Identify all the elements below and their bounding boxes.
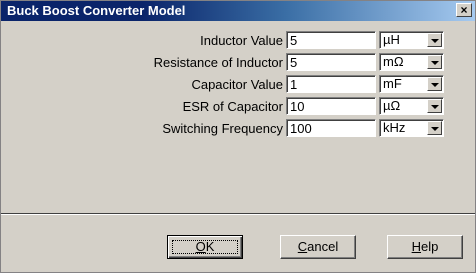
- chevron-down-icon: [431, 105, 439, 109]
- resistance-unit-value: mΩ: [383, 54, 404, 69]
- close-icon: ×: [460, 3, 468, 17]
- cancel-button[interactable]: Cancel: [280, 235, 356, 259]
- ok-button-label: OK: [195, 239, 215, 254]
- esr-unit-dropdown-button[interactable]: [427, 99, 442, 113]
- inductor-value-label: Inductor Value: [200, 33, 283, 48]
- esr-unit-value: µΩ: [383, 98, 401, 113]
- frequency-unit-dropdown-button[interactable]: [427, 121, 442, 135]
- title-bar[interactable]: Buck Boost Converter Model ×: [1, 1, 475, 21]
- resistance-unit-dropdown-button[interactable]: [427, 55, 442, 69]
- chevron-down-icon: [431, 127, 439, 131]
- capacitor-value-input[interactable]: [286, 75, 376, 93]
- capacitor-unit-dropdown[interactable]: mF: [379, 75, 444, 93]
- inductor-unit-value: µH: [383, 32, 400, 47]
- inductor-unit-dropdown-button[interactable]: [427, 33, 442, 47]
- dialog-window: Buck Boost Converter Model × Inductor Va…: [0, 0, 476, 273]
- resistance-inductor-input[interactable]: [286, 53, 376, 71]
- capacitor-unit-value: mF: [383, 76, 402, 91]
- esr-capacitor-label: ESR of Capacitor: [182, 99, 283, 114]
- capacitor-value-label: Capacitor Value: [191, 77, 283, 92]
- frequency-unit-value: kHz: [383, 120, 406, 135]
- esr-unit-dropdown[interactable]: µΩ: [379, 97, 444, 115]
- chevron-down-icon: [431, 61, 439, 65]
- resistance-inductor-label: Resistance of Inductor: [153, 55, 283, 70]
- switching-frequency-label: Switching Frequency: [162, 121, 283, 136]
- inductor-value-input[interactable]: [286, 31, 376, 49]
- capacitor-unit-dropdown-button[interactable]: [427, 77, 442, 91]
- separator: [1, 213, 475, 215]
- chevron-down-icon: [431, 39, 439, 43]
- chevron-down-icon: [431, 83, 439, 87]
- switching-frequency-input[interactable]: [286, 119, 376, 137]
- help-button-label: Help: [411, 239, 439, 254]
- ok-button[interactable]: OK: [167, 235, 243, 259]
- resistance-unit-dropdown[interactable]: mΩ: [379, 53, 444, 71]
- frequency-unit-dropdown[interactable]: kHz: [379, 119, 444, 137]
- cancel-button-label: Cancel: [297, 239, 339, 254]
- esr-capacitor-input[interactable]: [286, 97, 376, 115]
- inductor-unit-dropdown[interactable]: µH: [379, 31, 444, 49]
- close-button[interactable]: ×: [456, 3, 472, 17]
- window-title: Buck Boost Converter Model: [7, 3, 186, 18]
- help-button[interactable]: Help: [387, 235, 463, 259]
